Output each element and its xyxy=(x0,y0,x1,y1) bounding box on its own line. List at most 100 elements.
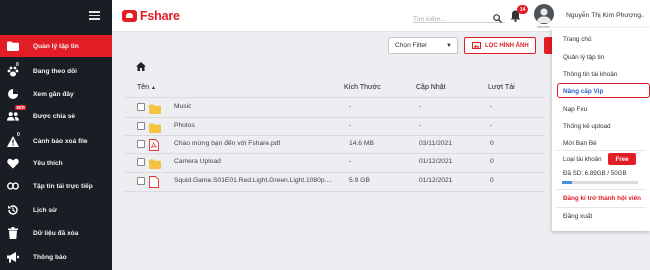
storage-quota-fill xyxy=(562,181,573,184)
sidebar: Quản lý tập tin 0 Đang theo dõi Xem gần … xyxy=(0,0,112,270)
sidebar-item-recent[interactable]: Xem gần đây xyxy=(0,83,112,105)
table-row[interactable]: Music - - - xyxy=(112,98,552,117)
sidebar-item-notifications[interactable]: Thông báo xyxy=(0,246,112,268)
table-row[interactable]: Photos - - - xyxy=(112,117,552,136)
sidebar-item-shared[interactable]: MỚI Được chia sẻ xyxy=(0,105,112,127)
image-filter-label: LỌC HÌNH ẢNH xyxy=(485,42,529,49)
menu-item-upload-stats[interactable]: Thống kê upload xyxy=(563,123,611,130)
column-header-name[interactable]: Tên ▲ xyxy=(137,84,156,91)
menu-item-file-manager[interactable]: Quản lý tập tin xyxy=(563,54,604,61)
filter-select[interactable]: Chọn Filter ▼ xyxy=(388,37,458,54)
filter-select-value: Chọn Filter xyxy=(395,42,428,49)
sidebar-item-label: Tập tin tải trực tiếp xyxy=(33,182,93,190)
file-downloads: 0 xyxy=(490,177,494,184)
sidebar-item-label: Thông báo xyxy=(33,253,67,261)
logout-link[interactable]: Đăng xuất xyxy=(563,213,592,220)
search-box xyxy=(413,8,505,27)
menu-item-topup-fxu[interactable]: Nạp Fxu xyxy=(563,106,587,113)
history-icon xyxy=(7,204,19,216)
cloud-logo-icon xyxy=(122,10,137,22)
sidebar-item-label: Dữ liệu đã xóa xyxy=(33,229,79,237)
sidebar-item-label: Xem gần đây xyxy=(33,90,74,98)
file-date: 01/12/2021 xyxy=(419,158,453,165)
menu-item-invite-friends[interactable]: Mời Bạn Bè xyxy=(563,140,597,147)
file-name[interactable]: Chào mừng bạn đến với Fshare.pdf xyxy=(174,140,280,147)
file-name[interactable]: Squid.Game.S01E01.Red.Light.Green.Light.… xyxy=(174,177,332,184)
pie-chart-icon xyxy=(7,88,19,100)
warning-count-badge: 0 xyxy=(17,132,20,138)
sidebar-item-deleted[interactable]: Dữ liệu đã xóa xyxy=(0,222,112,244)
megaphone-icon xyxy=(7,251,19,263)
folder-icon xyxy=(7,40,19,52)
sidebar-item-label: Cảnh báo xoá file xyxy=(33,137,88,145)
sidebar-item-history[interactable]: Lịch sử xyxy=(0,199,112,221)
sidebar-item-label: Lịch sử xyxy=(33,206,57,214)
column-header-updated[interactable]: Cập Nhật xyxy=(416,84,446,91)
file-downloads: - xyxy=(490,103,493,110)
chevron-down-icon[interactable]: ⌄ xyxy=(640,12,645,19)
table-row[interactable]: Camera Upload - 01/12/2021 0 xyxy=(112,153,552,172)
divider xyxy=(125,191,545,192)
file-name[interactable]: Camera Upload xyxy=(174,158,221,165)
sidebar-item-direct-download[interactable]: Tập tin tải trực tiếp xyxy=(0,175,112,197)
member-tag: Member xyxy=(537,25,551,29)
following-count-badge: 0 xyxy=(16,62,19,68)
sidebar-item-label: Quản lý tập tin xyxy=(33,42,79,50)
table-row[interactable]: Squid.Game.S01E01.Red.Light.Green.Light.… xyxy=(112,172,552,191)
sidebar-item-delete-warning[interactable]: 0 Cảnh báo xoá file xyxy=(0,130,112,152)
fshare-logo[interactable]: Fshare xyxy=(122,9,180,23)
new-badge: MỚI xyxy=(15,105,27,110)
vip-highlight-outline xyxy=(557,83,650,98)
trash-icon xyxy=(7,227,19,239)
sidebar-item-label: Yêu thích xyxy=(33,159,63,167)
column-header-downloads[interactable]: Lượt Tải xyxy=(488,84,515,91)
file-name[interactable]: Music xyxy=(174,103,191,110)
sidebar-item-label: Đang theo dõi xyxy=(33,67,77,75)
avatar[interactable] xyxy=(534,4,554,24)
sort-asc-icon: ▲ xyxy=(151,85,156,91)
users-icon xyxy=(7,110,19,122)
divider xyxy=(556,150,646,151)
divider xyxy=(556,189,646,190)
file-size: - xyxy=(349,122,352,129)
menu-item-home[interactable]: Trang chủ xyxy=(563,36,592,43)
image-filter-button[interactable]: LỌC HÌNH ẢNH xyxy=(464,37,536,54)
register-member-link[interactable]: Đăng kí trở thành hội viên xyxy=(563,195,641,202)
row-checkbox[interactable] xyxy=(137,103,145,111)
file-downloads: 0 xyxy=(490,158,494,165)
file-size: 14.6 MB xyxy=(349,140,374,147)
row-checkbox[interactable] xyxy=(137,177,145,185)
image-filter-icon xyxy=(472,42,481,49)
search-icon[interactable] xyxy=(493,10,502,28)
row-checkbox[interactable] xyxy=(137,158,145,166)
row-checkbox[interactable] xyxy=(137,140,145,148)
menu-toggle-icon[interactable] xyxy=(89,11,100,20)
search-input[interactable] xyxy=(413,12,485,27)
file-size: 5.9 GB xyxy=(349,177,370,184)
sidebar-item-label: Được chia sẻ xyxy=(33,112,76,120)
file-name[interactable]: Photos xyxy=(174,122,195,129)
account-type-badge: Free xyxy=(608,153,636,165)
home-icon[interactable] xyxy=(136,58,146,76)
menu-item-account-info[interactable]: Thông tin tài khoản xyxy=(563,71,617,78)
link-icon xyxy=(7,180,19,192)
sidebar-item-favorites[interactable]: Yêu thích xyxy=(0,152,112,174)
chevron-down-icon: ▼ xyxy=(446,43,452,49)
logo-text: Fshare xyxy=(140,9,180,23)
file-size: - xyxy=(349,103,352,110)
heart-icon xyxy=(7,157,19,169)
file-date: 01/12/2021 xyxy=(419,177,453,184)
column-header-size[interactable]: Kích Thước xyxy=(344,84,381,91)
storage-quota-bar xyxy=(562,181,638,184)
sidebar-item-following[interactable]: 0 Đang theo dõi xyxy=(0,60,112,82)
sidebar-item-file-manager[interactable]: Quản lý tập tin xyxy=(0,35,112,57)
username[interactable]: Nguyễn Thị Kim Phượng xyxy=(566,12,641,19)
account-type-label: Loại tài khoản xyxy=(563,156,602,163)
file-size: - xyxy=(349,158,352,165)
file-date: - xyxy=(419,103,422,110)
table-row[interactable]: Chào mừng bạn đến với Fshare.pdf 14.6 MB… xyxy=(112,135,552,154)
file-downloads: - xyxy=(490,122,493,129)
storage-quota-text: Đã SD: 6.89GB / 50GB xyxy=(563,170,627,177)
row-checkbox[interactable] xyxy=(137,122,145,130)
file-date: - xyxy=(419,122,422,129)
